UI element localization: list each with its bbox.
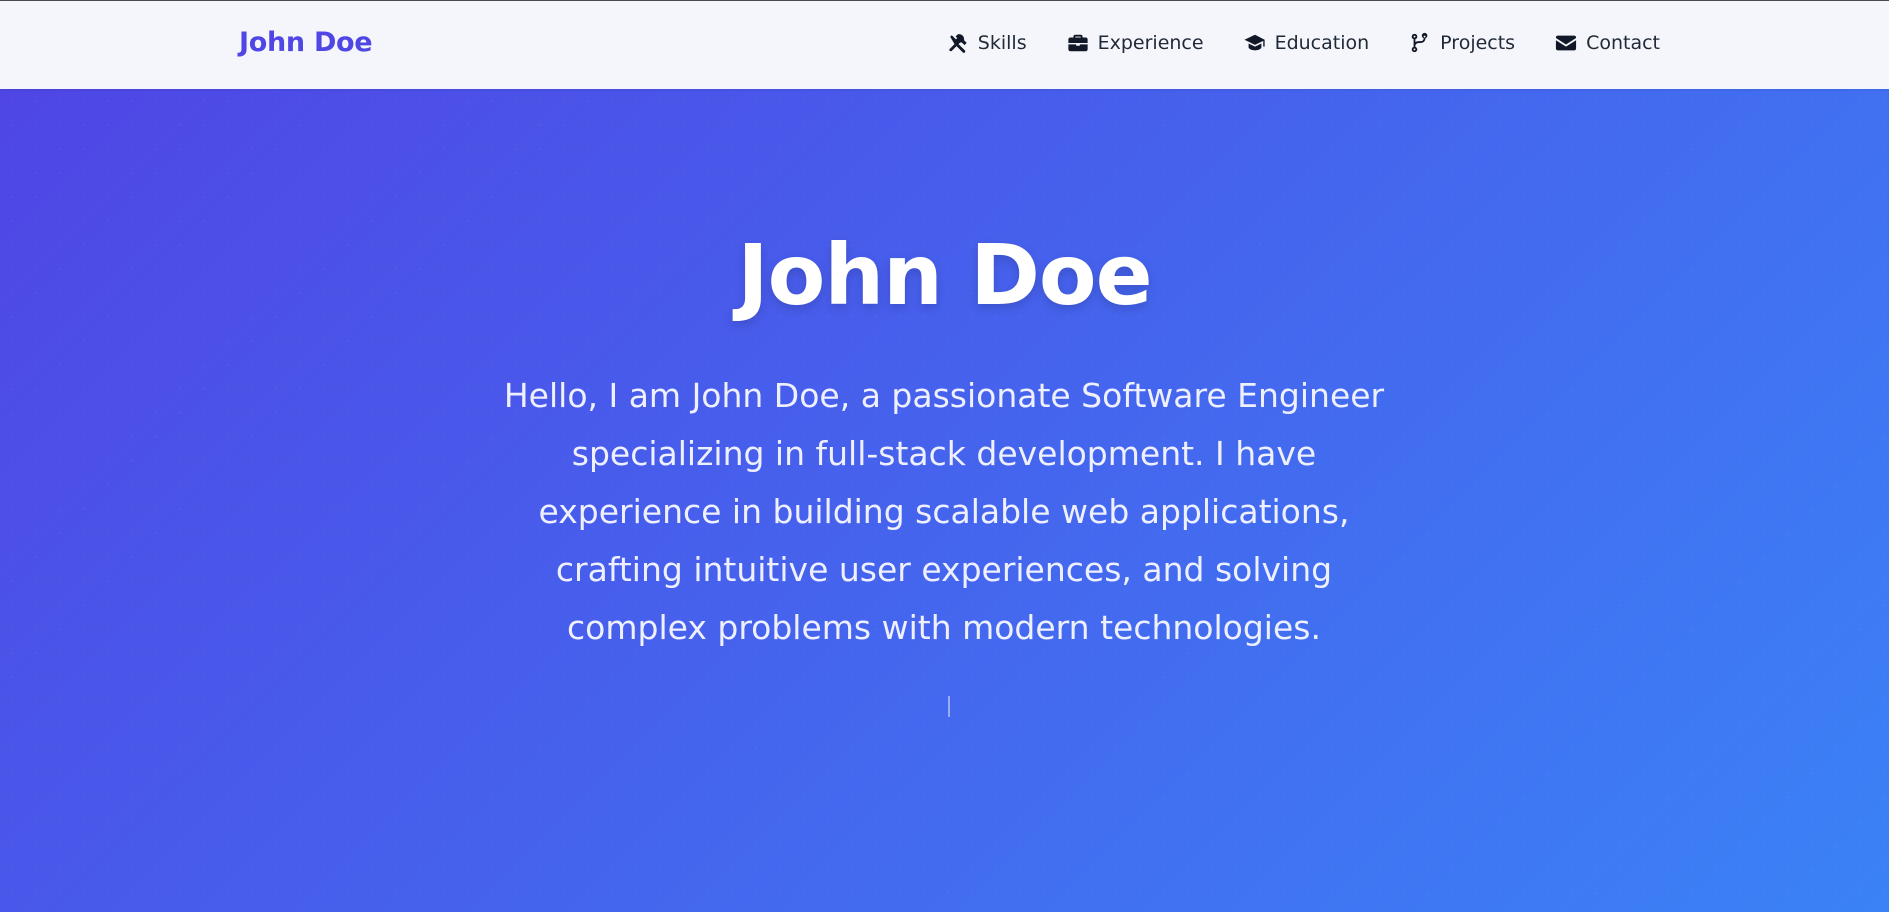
nav-label-contact: Contact	[1586, 32, 1660, 54]
hero-title: John Doe	[737, 226, 1152, 324]
nav-link-education[interactable]: Education	[1244, 32, 1370, 54]
nav-menu: Skills Experience Education Projects Con…	[947, 32, 1660, 54]
tools-icon	[949, 34, 967, 53]
nav-item-education: Education	[1244, 32, 1370, 54]
nav-link-contact[interactable]: Contact	[1555, 32, 1660, 54]
brand-logo[interactable]: John Doe	[239, 27, 373, 58]
nav-link-projects[interactable]: Projects	[1409, 32, 1515, 54]
code-branch-icon	[1411, 32, 1428, 53]
hero-section: John Doe Hello, I am John Doe, a passion…	[0, 89, 1889, 912]
nav-label-projects: Projects	[1440, 32, 1516, 54]
nav-label-experience: Experience	[1097, 32, 1204, 54]
nav-label-education: Education	[1274, 32, 1370, 54]
envelope-icon	[1555, 35, 1577, 51]
nav-link-experience[interactable]: Experience	[1067, 32, 1204, 54]
graduation-cap-icon	[1244, 34, 1265, 51]
nav-item-contact: Contact	[1555, 32, 1660, 54]
nav-label-skills: Skills	[977, 32, 1027, 54]
briefcase-icon	[1067, 34, 1088, 52]
nav-item-projects: Projects	[1409, 32, 1515, 54]
nav-item-experience: Experience	[1067, 32, 1204, 54]
typing-cursor	[948, 696, 950, 717]
navbar: John Doe Skills Experience Education Pro…	[0, 0, 1889, 89]
hero-intro-text: Hello, I am John Doe, a passionate Softw…	[503, 376, 1385, 647]
nav-item-skills: Skills	[947, 32, 1027, 54]
nav-link-skills[interactable]: Skills	[947, 32, 1027, 54]
